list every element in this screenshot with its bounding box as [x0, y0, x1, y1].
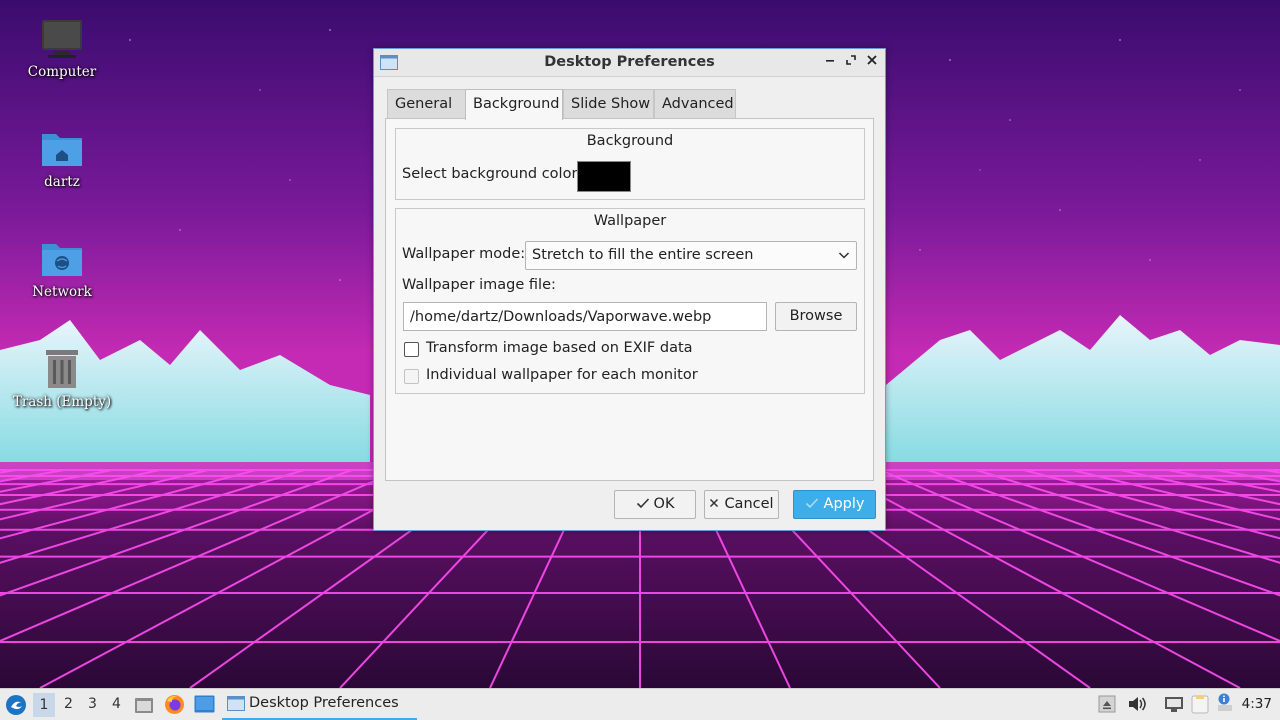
- clipboard-tray-button[interactable]: [1190, 694, 1210, 718]
- maximize-icon: [846, 55, 856, 65]
- apply-button[interactable]: Apply: [793, 490, 876, 519]
- trash-icon: [46, 350, 78, 388]
- per-monitor-checkbox-label: Individual wallpaper for each monitor: [426, 367, 698, 383]
- show-desktop-button[interactable]: [194, 695, 215, 718]
- taskbar-task-desktop-preferences[interactable]: Desktop Preferences: [222, 689, 417, 720]
- cancel-label: Cancel: [724, 496, 774, 512]
- group-title: Wallpaper: [593, 213, 667, 229]
- wallpaper-mode-value: Stretch to fill the entire screen: [532, 247, 754, 263]
- show-desktop-icon: [194, 695, 215, 713]
- group-title: Background: [586, 133, 674, 149]
- notifications-tray-button[interactable]: [1217, 693, 1235, 717]
- per-monitor-checkbox[interactable]: [404, 369, 419, 384]
- wallpaper-file-label: Wallpaper image file:: [402, 277, 556, 293]
- close-icon: [867, 55, 877, 65]
- info-notification-icon: [1218, 693, 1232, 711]
- taskbar: 1 2 3 4 Desktop Preferences 4:37: [0, 688, 1280, 720]
- dialog-title: Desktop Preferences: [544, 54, 715, 70]
- chevron-down-icon: [838, 252, 850, 259]
- speaker-icon: [1129, 697, 1146, 711]
- workspace-4[interactable]: 4: [112, 696, 121, 712]
- firefox-icon: [165, 695, 184, 714]
- desktop-icon-label: Network: [32, 284, 92, 300]
- browse-button[interactable]: Browse: [775, 302, 857, 331]
- wallpaper-mode-label: Wallpaper mode:: [402, 246, 526, 262]
- volume-button[interactable]: [1127, 695, 1147, 717]
- network-wired-icon: [1165, 697, 1183, 712]
- workspace-3[interactable]: 3: [88, 696, 97, 712]
- tab-general[interactable]: General: [387, 89, 466, 118]
- eject-up-icon: [1098, 695, 1116, 713]
- background-group: Background Select background color:: [395, 128, 865, 200]
- exif-checkbox-label: Transform image based on EXIF data: [426, 340, 693, 356]
- wallpaper-file-input[interactable]: [403, 302, 767, 331]
- wallpaper-mode-select[interactable]: Stretch to fill the entire screen: [525, 241, 857, 270]
- taskbar-task-title: Desktop Preferences: [249, 695, 399, 711]
- background-tab-panel: Background Select background color: Wall…: [385, 118, 874, 481]
- background-color-button[interactable]: [577, 161, 631, 192]
- lubuntu-logo-icon: [6, 695, 26, 715]
- workspace-1[interactable]: 1: [33, 693, 55, 717]
- clipboard-icon: [1191, 695, 1209, 714]
- dialog-titlebar[interactable]: Desktop Preferences: [374, 49, 885, 77]
- network-tray-button[interactable]: [1164, 695, 1184, 717]
- check-icon: [636, 498, 649, 509]
- file-manager-icon: [135, 698, 153, 713]
- desktop-icon-label: dartz: [44, 174, 80, 190]
- home-folder-icon: [42, 134, 82, 166]
- x-icon: [710, 498, 719, 508]
- maximize-button[interactable]: [842, 53, 860, 71]
- workspace-2[interactable]: 2: [64, 696, 73, 712]
- tray-toggle-button[interactable]: [1098, 695, 1116, 717]
- ok-label: OK: [653, 496, 675, 512]
- wallpaper-group: Wallpaper Wallpaper mode: Stretch to fil…: [395, 208, 865, 394]
- desktop-icon-label: Trash (Empty): [12, 394, 112, 410]
- tab-advanced[interactable]: Advanced: [654, 89, 736, 118]
- tab-slide-show[interactable]: Slide Show: [563, 89, 654, 118]
- desktop-icon-home-folder[interactable]: dartz: [12, 128, 112, 190]
- desktop-icon-computer[interactable]: Computer: [12, 18, 112, 80]
- network-folder-icon: [42, 244, 82, 276]
- apply-label: Apply: [823, 496, 865, 512]
- file-manager-launcher[interactable]: [134, 695, 154, 719]
- desktop-icon-network[interactable]: Network: [12, 238, 112, 300]
- clock[interactable]: 4:37: [1242, 696, 1272, 712]
- firefox-launcher[interactable]: [164, 694, 185, 719]
- background-color-label: Select background color:: [402, 166, 583, 182]
- close-button[interactable]: [863, 53, 881, 71]
- cancel-button[interactable]: Cancel: [704, 490, 779, 519]
- check-icon: [805, 498, 818, 509]
- minimize-icon: [826, 60, 834, 62]
- ok-button[interactable]: OK: [614, 490, 696, 519]
- desktop-preferences-dialog: Desktop Preferences General Background S…: [373, 48, 886, 531]
- desktop-icon-trash[interactable]: Trash (Empty): [12, 348, 112, 410]
- tab-background[interactable]: Background: [465, 89, 563, 120]
- minimize-button[interactable]: [821, 53, 839, 71]
- exif-checkbox[interactable]: [404, 342, 419, 357]
- computer-icon: [42, 20, 82, 58]
- start-menu-button[interactable]: [5, 694, 27, 720]
- window-app-icon: [227, 696, 245, 711]
- desktop-icon-label: Computer: [27, 64, 97, 80]
